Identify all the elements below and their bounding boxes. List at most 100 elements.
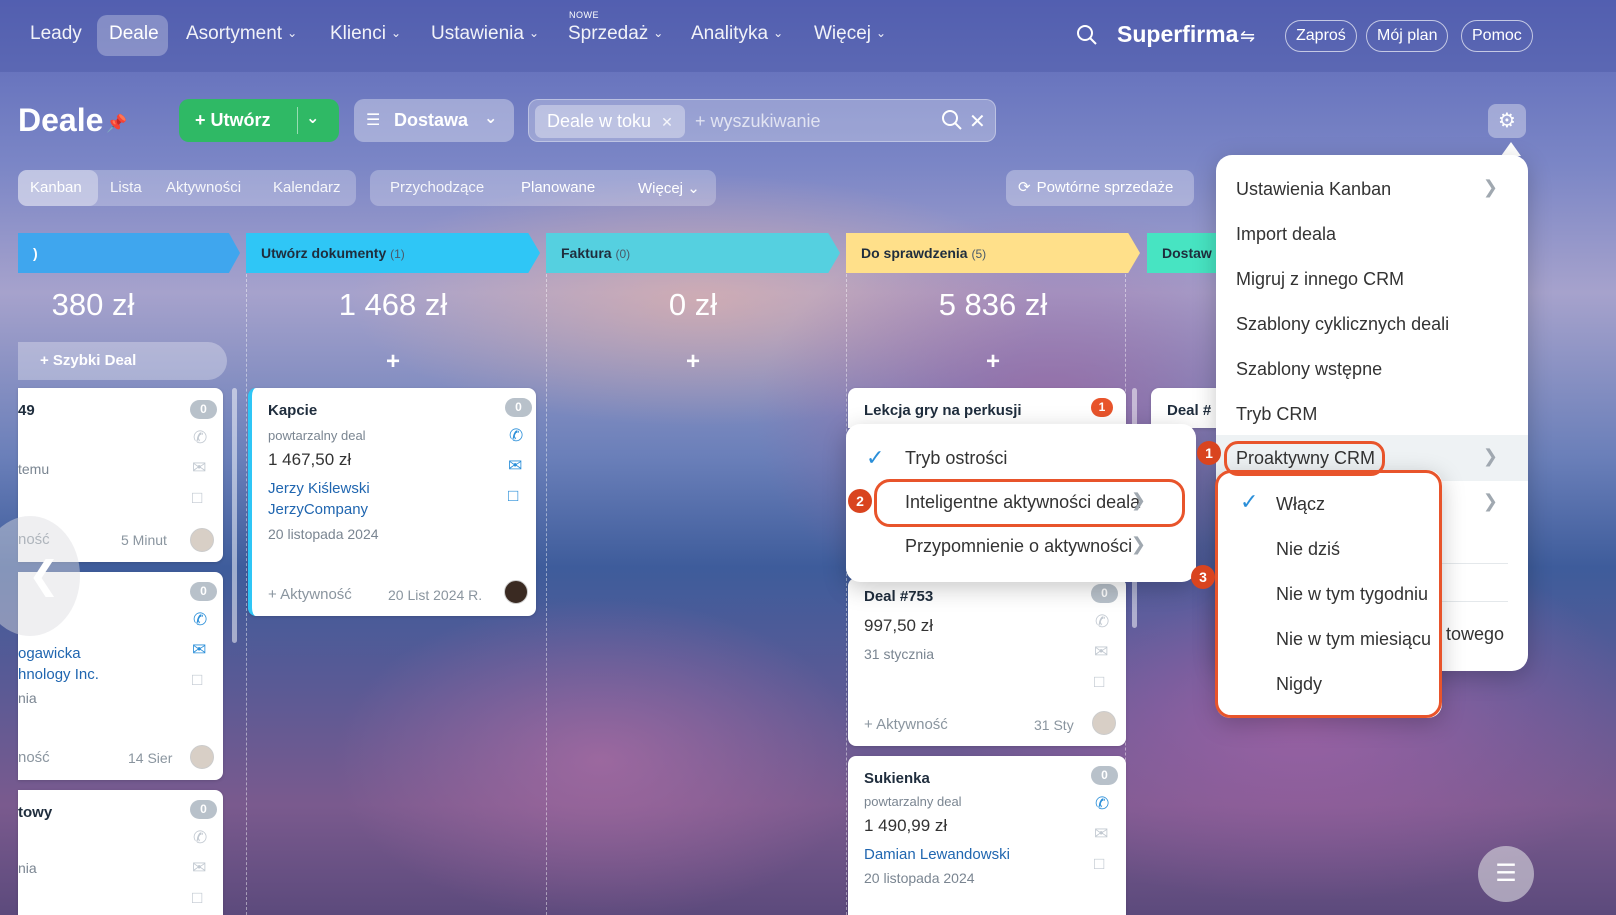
menu-item-partial[interactable]: towego	[1446, 624, 1504, 645]
tab-kalendarz[interactable]: Kalendarz	[273, 179, 341, 196]
deal-title[interactable]: Sukienka	[864, 770, 930, 787]
deal-title[interactable]: towy	[18, 804, 52, 821]
add-activity-link[interactable]: + Aktywność	[864, 716, 948, 733]
phone-icon[interactable]: ✆	[193, 828, 207, 848]
nav-asortyment[interactable]: Asortyment ⌄	[186, 23, 297, 45]
tab-przychodzace[interactable]: Przychodzące	[390, 179, 484, 196]
menu-item-import[interactable]: Import deala	[1236, 224, 1336, 245]
create-button[interactable]: + Utwórz ⌄	[179, 99, 339, 142]
sliders-icon[interactable]: ⇋	[1240, 26, 1255, 47]
search-input[interactable]: Deale w toku ✕ + wyszukiwanie ✕	[528, 99, 996, 142]
chat-icon[interactable]: □	[192, 888, 202, 908]
mail-icon[interactable]: ✉	[192, 640, 206, 660]
mail-icon[interactable]: ✉	[1094, 642, 1108, 662]
nav-leady[interactable]: Leady	[30, 23, 82, 45]
deal-title[interactable]: 49	[18, 402, 35, 419]
chat-icon[interactable]: □	[1094, 672, 1104, 692]
gear-icon[interactable]: ⚙	[1488, 104, 1526, 138]
nav-analityka-label: Analityka	[691, 23, 769, 44]
menu-item-kanban-settings[interactable]: Ustawienia Kanban	[1236, 179, 1391, 200]
stage-header[interactable]: Dostaw	[1147, 233, 1227, 273]
nav-deale[interactable]: Deale	[109, 23, 159, 45]
deal-card[interactable]: Deal #753 997,50 zł 31 stycznia + Aktywn…	[848, 578, 1126, 746]
stage-header[interactable]: Do sprawdzenia (5)	[846, 233, 1140, 273]
tab-wiecej[interactable]: Więcej ⌄	[638, 179, 700, 197]
menu-item-crm-mode[interactable]: Tryb CRM	[1236, 404, 1317, 425]
my-plan-button[interactable]: Mój plan	[1366, 20, 1449, 52]
pin-icon[interactable]: 📌	[106, 114, 127, 134]
stage-name: Faktura	[561, 245, 612, 261]
nav-analityka[interactable]: Analityka ⌄	[691, 23, 783, 45]
mail-icon[interactable]: ✉	[192, 858, 206, 878]
menu-item-activity-reminder[interactable]: Przypomnienie o aktywności	[905, 536, 1132, 557]
repeat-sales-label: Powtórne sprzedaże	[1036, 179, 1174, 196]
add-deal-button[interactable]: +	[673, 348, 713, 376]
phone-icon[interactable]: ✆	[1095, 612, 1109, 632]
repeat-sales-button[interactable]: ⟳ Powtórne sprzedaże	[1006, 170, 1194, 206]
stage-header[interactable]: )	[18, 233, 240, 273]
chevron-down-icon[interactable]: ⌄	[306, 108, 319, 128]
add-deal-button[interactable]: +	[373, 348, 413, 376]
contact-link[interactable]: Jerzy Kiślewski	[268, 480, 370, 497]
avatar[interactable]	[1092, 711, 1116, 735]
deal-card[interactable]: Deal #	[1151, 388, 1221, 428]
search-icon[interactable]	[1076, 24, 1098, 52]
filter-chip-label: Deale w toku	[547, 111, 652, 131]
chat-icon[interactable]: □	[192, 488, 202, 508]
avatar[interactable]	[190, 528, 214, 552]
contact-link[interactable]: ogawicka	[18, 645, 81, 662]
company-link[interactable]: JerzyCompany	[268, 501, 368, 518]
add-activity-link[interactable]: + Aktywność	[268, 586, 352, 603]
deal-card[interactable]: Kapcie powtarzalny deal 1 467,50 zł Jerz…	[248, 388, 536, 616]
avatar[interactable]	[504, 580, 528, 604]
chat-icon[interactable]: □	[1094, 854, 1104, 874]
filter-chip[interactable]: Deale w toku ✕	[535, 105, 685, 138]
menu-item-focus-mode[interactable]: Tryb ostrości	[905, 448, 1007, 469]
add-deal-button[interactable]: +	[973, 348, 1013, 376]
nav-sprzedaz[interactable]: Sprzedaż ⌄	[568, 23, 663, 45]
phone-icon[interactable]: ✆	[1095, 794, 1109, 814]
pipeline-filter-button[interactable]: ☰ Dostawa ⌄	[354, 99, 514, 142]
tab-aktywnosci[interactable]: Aktywności	[166, 179, 241, 196]
tab-planowane[interactable]: Planowane	[521, 179, 595, 196]
deal-card[interactable]: towy nia 0 ✆ ✉ □	[18, 790, 223, 915]
menu-item-presets[interactable]: Szablony wstępne	[1236, 359, 1382, 380]
mail-icon[interactable]: ✉	[508, 456, 522, 476]
scrollbar[interactable]	[232, 388, 237, 643]
phone-icon[interactable]: ✆	[509, 426, 523, 446]
deal-title[interactable]: Deal #	[1167, 402, 1211, 419]
deal-title[interactable]: Kapcie	[268, 402, 317, 419]
stage-header[interactable]: Faktura (0)	[546, 233, 840, 273]
mail-icon[interactable]: ✉	[192, 458, 206, 478]
mail-icon[interactable]: ✉	[1094, 824, 1108, 844]
nav-ustawienia[interactable]: Ustawienia ⌄	[431, 23, 539, 45]
deal-title[interactable]: Lekcja gry na perkusji	[864, 402, 1022, 419]
menu-item-migrate[interactable]: Migruj z innego CRM	[1236, 269, 1404, 290]
deal-card[interactable]: Lekcja gry na perkusji 1	[848, 388, 1126, 428]
tab-kanban[interactable]: Kanban	[30, 179, 82, 196]
stage-header[interactable]: Utwórz dokumenty (1)	[246, 233, 540, 273]
close-icon[interactable]: ✕	[661, 114, 673, 130]
add-activity-link[interactable]: ność	[18, 749, 50, 766]
search-icon[interactable]	[941, 109, 963, 136]
nav-wiecej[interactable]: Więcej ⌄	[814, 23, 886, 45]
help-button[interactable]: Pomoc	[1461, 20, 1533, 52]
clear-icon[interactable]: ✕	[969, 109, 986, 134]
phone-icon[interactable]: ✆	[193, 428, 207, 448]
company-link[interactable]: hnology Inc.	[18, 666, 99, 683]
list-icon[interactable]: ☰	[1478, 846, 1534, 902]
avatar[interactable]	[190, 745, 214, 769]
contact-link[interactable]: Damian Lewandowski	[864, 846, 1010, 863]
chat-icon[interactable]: □	[192, 670, 202, 690]
invite-button[interactable]: Zaproś	[1285, 20, 1357, 52]
nav-klienci[interactable]: Klienci ⌄	[330, 23, 401, 45]
deal-card[interactable]: Sukienka powtarzalny deal 1 490,99 zł Da…	[848, 756, 1126, 915]
pipeline-filter-label: Dostawa	[394, 110, 469, 130]
deal-title[interactable]: Deal #753	[864, 588, 933, 605]
menu-item-recurring-templates[interactable]: Szablony cyklicznych deali	[1236, 314, 1449, 335]
chat-icon[interactable]: □	[508, 486, 518, 506]
tab-lista[interactable]: Lista	[110, 179, 142, 196]
brand-name[interactable]: Superfirma	[1117, 21, 1238, 48]
quick-deal-button[interactable]: + Szybki Deal	[18, 342, 227, 380]
phone-icon[interactable]: ✆	[193, 610, 207, 630]
